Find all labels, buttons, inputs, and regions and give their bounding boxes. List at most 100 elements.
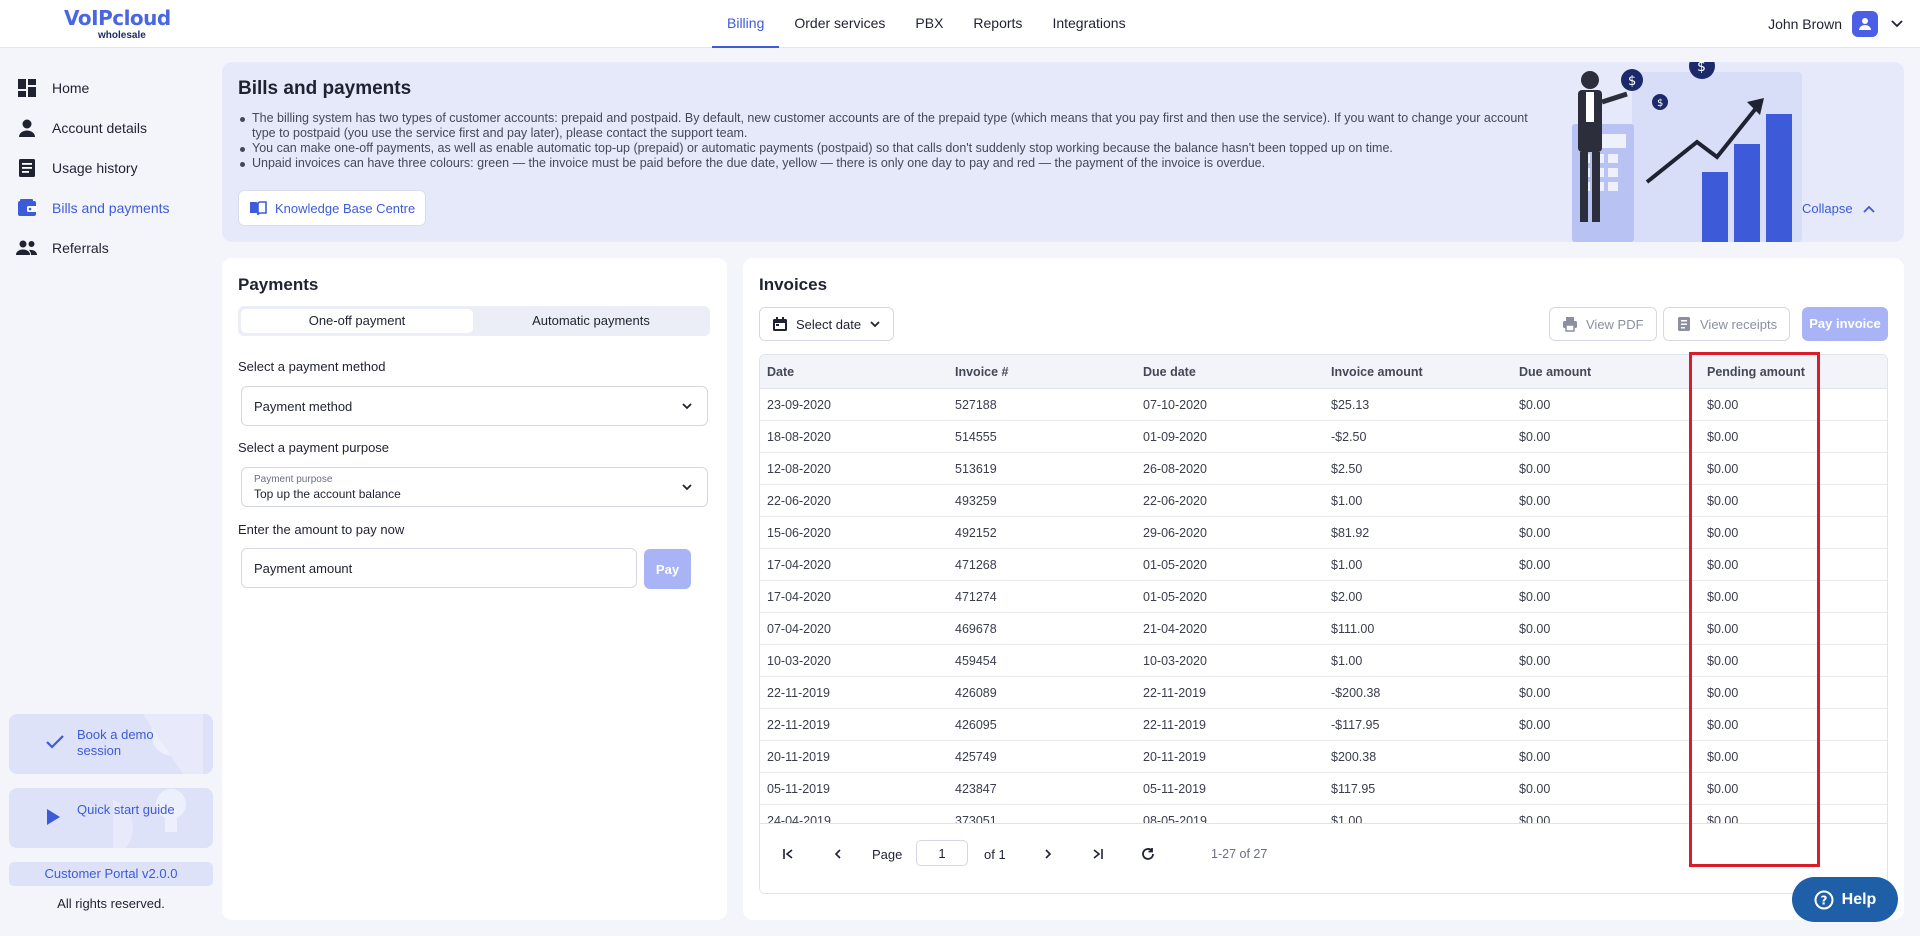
printer-icon — [1563, 317, 1577, 332]
svg-text:$: $ — [1628, 74, 1636, 89]
pending-amount-cell: $0.00 — [1707, 686, 1739, 700]
nav-reports[interactable]: Reports — [958, 0, 1037, 48]
knowledge-base-button[interactable]: Knowledge Base Centre — [238, 190, 427, 226]
nav-order-services[interactable]: Order services — [779, 0, 900, 48]
next-page-icon[interactable] — [1036, 842, 1060, 866]
invoice-number-cell: 471268 — [955, 558, 997, 572]
chevron-down-icon — [682, 403, 692, 410]
invoice-number-cell: 423847 — [955, 782, 997, 796]
date-cell: 17-04-2020 — [767, 590, 831, 604]
play-icon — [47, 809, 60, 825]
lightbulb-icon — [113, 789, 186, 848]
view-receipts-label: View receipts — [1700, 316, 1778, 332]
avatar[interactable] — [1852, 11, 1878, 37]
pay-button[interactable]: Pay — [644, 549, 691, 589]
select-date-label: Select date — [796, 316, 862, 332]
due-amount-cell: $0.00 — [1519, 526, 1551, 540]
column-header[interactable]: Due date — [1143, 365, 1196, 379]
due-amount-cell: $0.00 — [1519, 654, 1551, 668]
tab-one-off-payment[interactable]: One-off payment — [241, 309, 473, 333]
results-range: 1-27 of 27 — [1211, 847, 1268, 861]
book-demo-button[interactable]: Book a demo session — [9, 714, 213, 774]
invoice-number-cell: 471274 — [955, 590, 997, 604]
sidebar-item-usage-history[interactable]: Usage history — [16, 154, 138, 182]
payment-amount-input[interactable] — [241, 548, 637, 588]
sidebar-item-referrals[interactable]: Referrals — [16, 234, 109, 262]
date-cell: 20-11-2019 — [767, 750, 831, 764]
pending-amount-cell: $0.00 — [1707, 718, 1739, 732]
select-date-button[interactable]: Select date — [759, 307, 895, 341]
nav-integrations[interactable]: Integrations — [1037, 0, 1140, 48]
date-cell: 12-08-2020 — [767, 462, 831, 476]
table-row[interactable]: 07-04-2020 469678 21-04-2020 $111.00 $0.00 $0… — [760, 613, 1887, 645]
due-date-cell: 01-09-2020 — [1143, 430, 1207, 444]
table-row[interactable]: 18-08-2020 514555 01-09-2020 -$2.50 $0.00 $0.… — [760, 421, 1887, 453]
due-amount-cell: $0.00 — [1519, 622, 1551, 636]
pending-amount-cell: $0.00 — [1707, 462, 1739, 476]
table-row[interactable]: 15-06-2020 492152 29-06-2020 $81.92 $0.00 $0.… — [760, 517, 1887, 549]
sidebar-item-account-details[interactable]: Account details — [16, 114, 147, 142]
pay-invoice-button[interactable]: Pay invoice — [1802, 307, 1888, 341]
due-date-cell: 26-08-2020 — [1143, 462, 1207, 476]
check-icon — [46, 735, 64, 749]
invoice-number-cell: 493259 — [955, 494, 997, 508]
column-header[interactable]: Date — [767, 365, 794, 379]
tab-automatic-payments[interactable]: Automatic payments — [475, 309, 707, 333]
invoice-number-cell: 492152 — [955, 526, 997, 540]
pending-amount-cell: $0.00 — [1707, 622, 1739, 636]
table-row[interactable]: 17-04-2020 471274 01-05-2020 $2.00 $0.00 $0.0… — [760, 581, 1887, 613]
payment-method-select[interactable]: Payment method — [241, 386, 708, 426]
invoice-amount-cell: $1.00 — [1331, 814, 1363, 823]
payment-purpose-select[interactable]: Payment purpose Top up the account balan… — [241, 467, 708, 507]
sidebar-item-label: Home — [52, 80, 90, 96]
version-badge: Customer Portal v2.0.0 — [9, 862, 213, 886]
due-date-cell: 01-05-2020 — [1143, 558, 1207, 572]
user-menu[interactable]: John Brown — [1768, 11, 1906, 37]
invoice-amount-cell: $25.13 — [1331, 398, 1370, 412]
logo[interactable]: VoIPcloud wholesale — [64, 6, 171, 42]
table-row[interactable]: 22-11-2019 426095 22-11-2019 -$117.95 $0.00 $… — [760, 709, 1887, 741]
table-row[interactable]: 12-08-2020 513619 26-08-2020 $2.50 $0.00 $0.0… — [760, 453, 1887, 485]
previous-page-icon[interactable] — [826, 842, 850, 866]
view-pdf-button[interactable]: View PDF — [1549, 307, 1657, 341]
quick-start-button[interactable]: Quick start guide — [9, 788, 213, 848]
due-date-cell: 22-06-2020 — [1143, 494, 1207, 508]
table-row[interactable]: 17-04-2020 471268 01-05-2020 $1.00 $0.00 $0.0… — [760, 549, 1887, 581]
table-row[interactable]: 22-11-2019 426089 22-11-2019 -$200.38 $0.00 $… — [760, 677, 1887, 709]
due-date-cell: 05-11-2019 — [1143, 782, 1207, 796]
collapse-button[interactable]: Collapse — [1802, 201, 1875, 216]
table-row[interactable]: 20-11-2019 425749 20-11-2019 $200.38 $0.00 $0… — [760, 741, 1887, 773]
table-row[interactable]: 22-06-2020 493259 22-06-2020 $1.00 $0.00 $0.0… — [760, 485, 1887, 517]
table-row[interactable]: 05-11-2019 423847 05-11-2019 $117.95 $0.00 $0… — [760, 773, 1887, 805]
table-row[interactable]: 10-03-2020 459454 10-03-2020 $1.00 $0.00 $0.0… — [760, 645, 1887, 677]
invoice-amount-cell: $111.00 — [1331, 622, 1375, 636]
nav-pbx[interactable]: PBX — [900, 0, 958, 48]
payments-title: Payments — [238, 275, 319, 294]
table-row[interactable]: 23-09-2020 527188 07-10-2020 $25.13 $0.00 $0.… — [760, 389, 1887, 421]
last-page-icon[interactable] — [1086, 842, 1110, 866]
due-date-cell: 08-05-2019 — [1143, 814, 1207, 823]
column-header[interactable]: Invoice # — [955, 365, 1009, 379]
page-number-input[interactable] — [916, 840, 968, 866]
date-cell: 15-06-2020 — [767, 526, 831, 540]
sidebar: Home Account details Usage history Bills… — [0, 48, 222, 936]
nav-billing[interactable]: Billing — [712, 0, 780, 48]
due-date-cell: 01-05-2020 — [1143, 590, 1207, 604]
refresh-icon[interactable] — [1136, 842, 1160, 866]
column-header[interactable]: Invoice amount — [1331, 365, 1423, 379]
column-header[interactable]: Pending amount — [1707, 365, 1805, 379]
payment-amount-label: Enter the amount to pay now — [238, 522, 405, 537]
column-header[interactable]: Due amount — [1519, 365, 1591, 379]
invoice-amount-cell: -$2.50 — [1331, 430, 1367, 444]
sidebar-item-home[interactable]: Home — [16, 74, 89, 102]
first-page-icon[interactable] — [776, 842, 800, 866]
due-amount-cell: $0.00 — [1519, 398, 1551, 412]
sidebar-item-bills-and-payments[interactable]: Bills and payments — [16, 194, 170, 222]
help-button[interactable]: ? Help — [1792, 877, 1898, 922]
due-amount-cell: $0.00 — [1519, 494, 1551, 508]
table-row[interactable]: 24-04-2019 373051 08-05-2019 $1.00 $0.00 $0.0… — [760, 805, 1887, 823]
due-date-cell: 10-03-2020 — [1143, 654, 1207, 668]
chevron-down-icon[interactable] — [1888, 15, 1906, 33]
view-receipts-button[interactable]: View receipts — [1663, 307, 1791, 341]
payment-purpose-label: Select a payment purpose — [238, 440, 390, 455]
